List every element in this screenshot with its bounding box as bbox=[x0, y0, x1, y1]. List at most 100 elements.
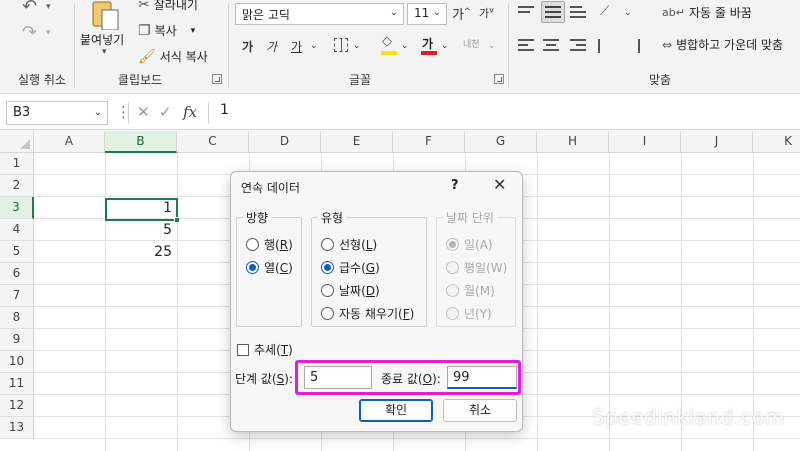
column-header-j[interactable]: J bbox=[681, 131, 753, 153]
increase-indent-button[interactable] bbox=[624, 39, 640, 53]
row-header-12[interactable]: 12 bbox=[0, 395, 34, 417]
type-legend: 유형 bbox=[318, 209, 347, 226]
decrease-indent-button[interactable] bbox=[598, 39, 614, 53]
column-header-a[interactable]: A bbox=[34, 131, 105, 153]
radio-columns[interactable]: 열(C) bbox=[246, 259, 293, 276]
row-header-5[interactable]: 5 bbox=[0, 241, 34, 263]
row-header-8[interactable]: 8 bbox=[0, 307, 34, 329]
column-header-f[interactable]: F bbox=[393, 131, 465, 153]
ok-button[interactable]: 확인 bbox=[359, 399, 433, 422]
radio-indicator bbox=[446, 307, 459, 320]
bold-button[interactable]: 가 bbox=[242, 38, 253, 55]
paste-button[interactable]: 붙여넣기 ▾ bbox=[80, 0, 130, 66]
font-dialog-launcher-icon[interactable] bbox=[494, 74, 504, 84]
trend-checkbox[interactable]: 추세(T) bbox=[237, 341, 293, 358]
radio-indicator bbox=[321, 307, 334, 320]
chevron-down-icon: ⌄ bbox=[389, 7, 398, 18]
insert-function-button[interactable]: fx bbox=[183, 103, 197, 121]
align-center-button[interactable] bbox=[543, 39, 559, 53]
column-header-k[interactable]: K bbox=[753, 131, 800, 153]
radio-indicator bbox=[246, 261, 259, 274]
close-icon[interactable]: ✕ bbox=[493, 175, 506, 194]
scissors-icon: ✂ bbox=[138, 0, 150, 13]
row-header-6[interactable]: 6 bbox=[0, 263, 34, 285]
orientation-dropdown-icon[interactable]: ⌄ bbox=[624, 8, 632, 18]
format-painter-button[interactable]: 🖌 서식 복사 bbox=[138, 48, 208, 65]
italic-button[interactable]: 가 bbox=[266, 38, 277, 55]
align-top-button[interactable] bbox=[518, 6, 534, 20]
row-header-4[interactable]: 4 bbox=[0, 219, 34, 241]
cut-button[interactable]: ✂ 잘라내기 bbox=[138, 0, 198, 13]
row-header-11[interactable]: 11 bbox=[0, 373, 34, 395]
divider bbox=[208, 102, 209, 124]
column-header-d[interactable]: D bbox=[249, 131, 321, 153]
align-bottom-button[interactable] bbox=[570, 6, 586, 20]
column-header-h[interactable]: H bbox=[537, 131, 609, 153]
cell-b4[interactable]: 5 bbox=[106, 222, 172, 238]
merge-center-button[interactable]: ⇔ 병합하고 가운데 맞춤 bbox=[662, 36, 783, 53]
radio-rows[interactable]: 행(R) bbox=[246, 236, 293, 253]
phonetic-dropdown-icon[interactable]: ⌄ bbox=[488, 41, 496, 51]
undo-dropdown-icon[interactable]: ▾ bbox=[46, 2, 51, 12]
font-size-select[interactable]: 11 ⌄ bbox=[407, 3, 447, 25]
column-header-i[interactable]: I bbox=[609, 131, 681, 153]
copy-button[interactable]: ❐ 복사 ▾ bbox=[138, 22, 195, 39]
clipboard-dialog-launcher-icon[interactable] bbox=[212, 74, 222, 84]
row-header-10[interactable]: 10 bbox=[0, 351, 34, 373]
fill-color-button[interactable]: ◇ bbox=[381, 34, 397, 56]
align-middle-button[interactable] bbox=[541, 1, 565, 23]
row-header-2[interactable]: 2 bbox=[0, 175, 34, 197]
name-box[interactable]: B3 ⌄ bbox=[6, 101, 108, 125]
shrink-font-button[interactable]: 가v bbox=[479, 5, 494, 21]
copy-label: 복사 bbox=[154, 24, 177, 38]
column-header-b[interactable]: B bbox=[105, 131, 177, 153]
column-header-c[interactable]: C bbox=[177, 131, 249, 153]
wrap-text-label: 자동 줄 바꿈 bbox=[688, 6, 752, 20]
grow-font-button[interactable]: 가^ bbox=[452, 4, 471, 23]
fill-handle[interactable] bbox=[174, 217, 180, 223]
format-painter-label: 서식 복사 bbox=[159, 50, 208, 64]
enter-icon[interactable]: ✓ bbox=[159, 103, 172, 121]
font-color-dropdown-icon[interactable]: ⌄ bbox=[441, 41, 449, 51]
phonetic-button[interactable]: 내천 bbox=[463, 37, 480, 50]
row-header-3[interactable]: 3 bbox=[0, 197, 34, 219]
row-header-9[interactable]: 9 bbox=[0, 329, 34, 351]
font-color-button[interactable]: 가 bbox=[421, 34, 437, 56]
row-header-7[interactable]: 7 bbox=[0, 285, 34, 307]
radio-date[interactable]: 날짜(D) bbox=[321, 282, 380, 299]
chevron-down-icon: ⌄ bbox=[432, 7, 441, 18]
help-button[interactable]: ? bbox=[451, 178, 459, 193]
borders-dropdown-icon[interactable]: ⌄ bbox=[353, 41, 361, 51]
cancel-button[interactable]: 취소 bbox=[443, 399, 517, 422]
radio-growth[interactable]: 급수(G) bbox=[321, 259, 380, 276]
radio-linear[interactable]: 선형(L) bbox=[321, 236, 377, 253]
column-header-e[interactable]: E bbox=[321, 131, 393, 153]
radio-day-label: 일(A) bbox=[464, 238, 493, 252]
formula-input[interactable]: 1 bbox=[220, 102, 229, 118]
align-right-button[interactable] bbox=[570, 39, 586, 53]
radio-indicator bbox=[246, 238, 259, 251]
column-header-g[interactable]: G bbox=[465, 131, 537, 153]
align-left-button[interactable] bbox=[518, 39, 534, 53]
undo-icon[interactable]: ↶ bbox=[22, 0, 37, 17]
row-header-13[interactable]: 13 bbox=[0, 417, 34, 439]
fill-color-dropdown-icon[interactable]: ⌄ bbox=[401, 41, 409, 51]
grow-font-label: 가 bbox=[452, 8, 464, 23]
radio-indicator bbox=[321, 284, 334, 297]
font-name-select[interactable]: 맑은 고딕 ⌄ bbox=[235, 3, 404, 25]
orientation-button[interactable]: ⟋ bbox=[600, 4, 609, 19]
wrap-text-button[interactable]: ab↵ 자동 줄 바꿈 bbox=[662, 4, 752, 21]
redo-icon[interactable]: ↷ bbox=[22, 22, 37, 43]
borders-button[interactable] bbox=[334, 38, 348, 52]
cell-b5[interactable]: 25 bbox=[106, 244, 172, 260]
dialog-title: 연속 데이터 bbox=[241, 181, 301, 195]
radio-autofill[interactable]: 자동 채우기(F) bbox=[321, 305, 414, 322]
radio-rows-label: 행(R) bbox=[264, 238, 293, 252]
select-all-button[interactable] bbox=[0, 131, 34, 153]
underline-dropdown-icon[interactable]: ⌄ bbox=[310, 41, 318, 51]
redo-dropdown-icon[interactable]: ▾ bbox=[46, 28, 51, 38]
underline-button[interactable]: 가 bbox=[291, 38, 302, 55]
row-header-1[interactable]: 1 bbox=[0, 153, 34, 175]
step-value-label: 단계 값(S): bbox=[235, 372, 293, 386]
cancel-icon[interactable]: ✕ bbox=[137, 103, 150, 121]
